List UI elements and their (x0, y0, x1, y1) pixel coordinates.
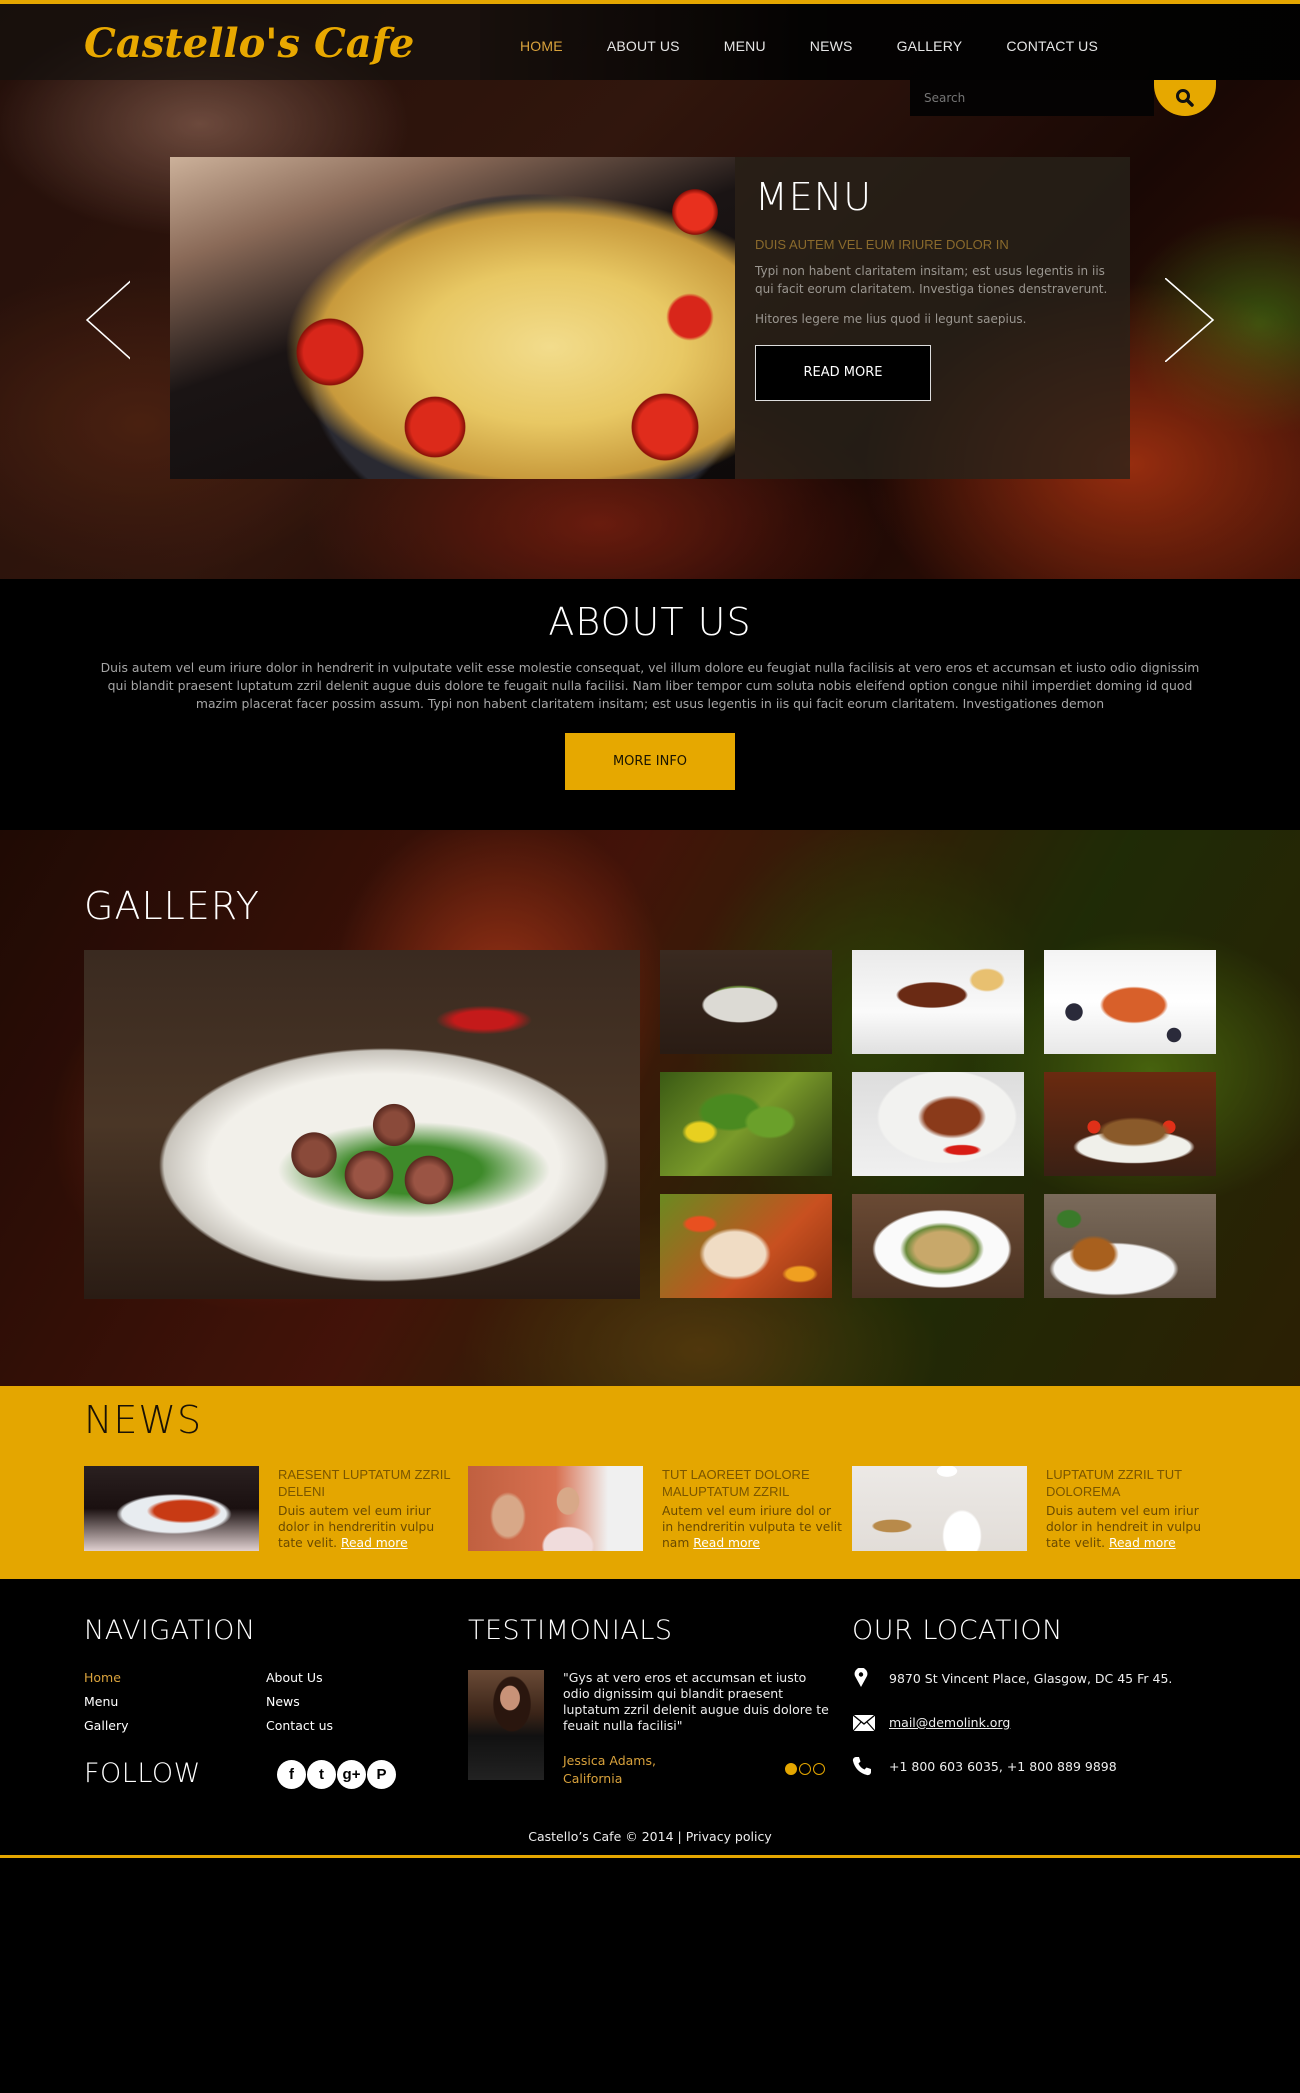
read-more-link[interactable]: Read more (341, 1536, 408, 1550)
slider-next-button[interactable] (1164, 277, 1215, 363)
testimonial-author-name: Jessica Adams, (563, 1753, 656, 1768)
site-logo[interactable]: Castello's Cafe (84, 20, 414, 67)
gallery-thumb[interactable] (1044, 1072, 1216, 1176)
about-section: ABOUT US Duis autem vel eum iriure dolor… (0, 579, 1300, 830)
gallery-thumb[interactable] (852, 1194, 1024, 1298)
gallery-thumb[interactable] (852, 950, 1024, 1054)
about-text: Duis autem vel eum iriure dolor in hendr… (100, 660, 1200, 711)
gallery-thumb[interactable] (660, 1194, 832, 1298)
news-title: NEWS (84, 1398, 203, 1442)
testimonial-avatar (468, 1670, 544, 1780)
gallery-title: GALLERY (84, 884, 260, 928)
gallery-thumb[interactable] (1044, 1194, 1216, 1298)
news-item: RAESENT LUPTATUM ZZRIL DELENI Duis autem… (84, 1466, 464, 1556)
privacy-policy-link[interactable]: Privacy policy (686, 1829, 772, 1844)
location-email-link[interactable]: mail@demolink.org (889, 1715, 1010, 1730)
phone-icon (852, 1757, 871, 1776)
slider-slide: MENU DUIS AUTEM VEL EUM IRIURE DOLOR IN … (170, 157, 1130, 479)
follow-title: FOLLOW (84, 1758, 201, 1789)
gallery-thumb[interactable] (660, 1072, 832, 1176)
more-info-button[interactable]: MORE INFO (565, 733, 735, 790)
testimonial-author-location: California (563, 1771, 623, 1786)
map-pin-icon (854, 1668, 868, 1687)
footer-link-home[interactable]: Home (84, 1670, 121, 1685)
pager-dot-1[interactable] (785, 1763, 797, 1775)
nav-about-us[interactable]: ABOUT US (607, 38, 680, 54)
testimonial-author: Jessica Adams, California (563, 1752, 656, 1788)
footer-link-about-us[interactable]: About Us (266, 1670, 323, 1685)
location-phones: +1 800 603 6035, +1 800 889 9898 (889, 1759, 1117, 1774)
location-address: 9870 St Vincent Place, Glasgow, DC 45 Fr… (889, 1671, 1173, 1686)
search-box (910, 80, 1154, 116)
footer-link-menu[interactable]: Menu (84, 1694, 118, 1709)
read-more-link[interactable]: Read more (693, 1536, 760, 1550)
nav-home[interactable]: HOME (520, 38, 563, 54)
nav-gallery[interactable]: GALLERY (897, 38, 963, 54)
search-icon (1176, 89, 1194, 107)
chevron-right-icon (1164, 277, 1215, 363)
location-title: OUR LOCATION (852, 1615, 1063, 1646)
news-image[interactable] (468, 1466, 643, 1551)
gallery-thumb[interactable] (1044, 950, 1216, 1054)
social-links: f t g+ P (277, 1760, 396, 1789)
gallery-thumb[interactable] (852, 1072, 1024, 1176)
news-heading[interactable]: LUPTATUM ZZRIL TUT DOLOREMA (1046, 1466, 1226, 1500)
chevron-left-icon (85, 277, 135, 363)
slide-subtitle: DUIS AUTEM VEL EUM IRIURE DOLOR IN (755, 237, 1009, 252)
footer-link-news[interactable]: News (266, 1694, 300, 1709)
footer-link-gallery[interactable]: Gallery (84, 1718, 129, 1733)
news-item: LUPTATUM ZZRIL TUT DOLOREMA Duis autem v… (852, 1466, 1232, 1556)
slide-image-tomato-omelette (170, 157, 735, 479)
pinterest-icon[interactable]: P (367, 1760, 396, 1789)
navigation-title: NAVIGATION (84, 1615, 256, 1646)
slide-text: Typi non habent claritatem insitam; est … (755, 264, 1108, 296)
header-bar: Castello's Cafe HOME ABOUT US MENU NEWS … (0, 4, 1300, 80)
slide-title: MENU (755, 175, 873, 219)
pager-dot-2[interactable] (799, 1763, 811, 1775)
about-title: ABOUT US (548, 600, 752, 644)
slide-caption: MENU DUIS AUTEM VEL EUM IRIURE DOLOR IN … (735, 157, 1130, 479)
testimonial-quote: "Gys at vero eros et accumsan et iusto o… (563, 1670, 829, 1733)
news-item: TUT LAOREET DOLORE MALUPTATUM ZZRIL Aute… (468, 1466, 848, 1556)
nav-news[interactable]: NEWS (810, 38, 853, 54)
google-plus-icon[interactable]: g+ (337, 1760, 366, 1789)
slider-prev-button[interactable] (85, 277, 135, 363)
testimonials-title: TESTIMONIALS (468, 1615, 673, 1646)
envelope-icon (852, 1714, 876, 1732)
main-nav: HOME ABOUT US MENU NEWS GALLERY CONTACT … (520, 38, 1142, 54)
read-more-button[interactable]: READ MORE (755, 345, 931, 401)
gallery-section: GALLERY (0, 830, 1300, 1386)
news-image[interactable] (84, 1466, 259, 1551)
pager-dot-3[interactable] (813, 1763, 825, 1775)
twitter-icon[interactable]: t (307, 1760, 336, 1789)
nav-menu[interactable]: MENU (724, 38, 766, 54)
slide-text-2: Hitores legere me lius quod ii legunt sa… (755, 312, 1027, 326)
gallery-main-image[interactable] (84, 950, 640, 1299)
news-heading[interactable]: RAESENT LUPTATUM ZZRIL DELENI (278, 1466, 458, 1500)
footer-link-contact-us[interactable]: Contact us (266, 1718, 333, 1733)
read-more-link[interactable]: Read more (1109, 1536, 1176, 1550)
footer-accent-line (0, 1855, 1300, 1858)
facebook-icon[interactable]: f (277, 1760, 306, 1789)
testimonial-pager (785, 1763, 825, 1775)
news-section: NEWS RAESENT LUPTATUM ZZRIL DELENI Duis … (0, 1386, 1300, 1579)
search-input[interactable] (910, 80, 1154, 116)
copyright-text: Castello’s Cafe © 2014 | (528, 1829, 682, 1844)
gallery-thumb[interactable] (660, 950, 832, 1054)
nav-contact-us[interactable]: CONTACT US (1006, 38, 1098, 54)
news-heading[interactable]: TUT LAOREET DOLORE MALUPTATUM ZZRIL (662, 1466, 842, 1500)
news-image[interactable] (852, 1466, 1027, 1551)
copyright: Castello’s Cafe © 2014 | Privacy policy (0, 1829, 1300, 1844)
